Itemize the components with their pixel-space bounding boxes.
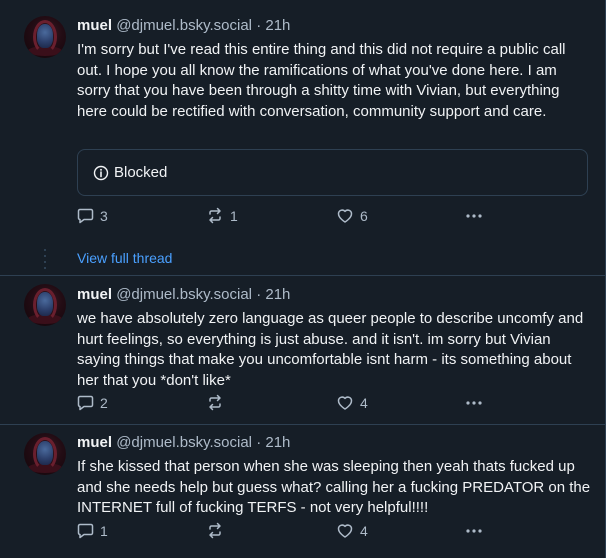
reply-button[interactable]: 1 bbox=[77, 522, 108, 539]
post-2[interactable]: muel @djmuel.bsky.social · 21h we have a… bbox=[0, 276, 605, 424]
repost-button[interactable] bbox=[206, 394, 230, 411]
view-full-thread-link[interactable]: View full thread bbox=[77, 250, 172, 266]
meta-separator: · bbox=[256, 286, 262, 303]
repost-arrows-icon bbox=[209, 394, 221, 411]
meta-separator: · bbox=[256, 434, 262, 451]
post-time[interactable]: 21h bbox=[265, 286, 290, 303]
post-text: we have absolutely zero language as quee… bbox=[77, 310, 584, 389]
more-options-button[interactable] bbox=[465, 207, 483, 224]
ellipsis-icon bbox=[466, 214, 482, 218]
repost-arrows-icon bbox=[209, 207, 221, 224]
reply-button[interactable]: 2 bbox=[77, 394, 108, 411]
heart-icon bbox=[337, 524, 353, 538]
like-count: 4 bbox=[360, 522, 368, 539]
post-header: muel @djmuel.bsky.social · 21h bbox=[77, 286, 290, 303]
post-3[interactable]: muel @djmuel.bsky.social · 21h If she ki… bbox=[0, 425, 605, 558]
ellipsis-icon bbox=[466, 529, 482, 533]
speech-bubble-icon bbox=[77, 395, 94, 411]
post-actions: 3 1 6 bbox=[77, 207, 497, 227]
post-actions: 1 4 bbox=[77, 522, 497, 542]
reply-count: 1 bbox=[100, 522, 108, 539]
author-name[interactable]: muel bbox=[77, 434, 112, 451]
reply-button[interactable]: 3 bbox=[77, 207, 108, 224]
author-handle[interactable]: @djmuel.bsky.social bbox=[116, 17, 252, 34]
speech-bubble-icon bbox=[77, 208, 94, 224]
post-actions: 2 4 bbox=[77, 394, 497, 414]
post-header: muel @djmuel.bsky.social · 21h bbox=[77, 17, 290, 34]
author-name[interactable]: muel bbox=[77, 286, 112, 303]
repost-button[interactable]: 1 bbox=[206, 207, 238, 224]
like-button[interactable]: 6 bbox=[336, 207, 368, 224]
ellipsis-icon bbox=[466, 401, 482, 405]
avatar[interactable] bbox=[24, 433, 66, 475]
post-text: If she kissed that person when she was s… bbox=[77, 458, 591, 516]
post-1[interactable]: muel @djmuel.bsky.social · 21h I'm sorry… bbox=[0, 0, 605, 237]
heart-icon bbox=[337, 396, 353, 410]
avatar[interactable] bbox=[24, 16, 66, 58]
reply-count: 3 bbox=[100, 207, 108, 224]
like-button[interactable]: 4 bbox=[336, 522, 368, 539]
post-header: muel @djmuel.bsky.social · 21h bbox=[77, 434, 290, 451]
info-circle-icon bbox=[93, 165, 109, 181]
post-text: I'm sorry but I've read this entire thin… bbox=[77, 41, 566, 120]
post-time[interactable]: 21h bbox=[265, 17, 290, 34]
like-count: 4 bbox=[360, 394, 368, 411]
repost-arrows-icon bbox=[209, 522, 221, 539]
author-name[interactable]: muel bbox=[77, 17, 112, 34]
reply-count: 2 bbox=[100, 394, 108, 411]
author-handle[interactable]: @djmuel.bsky.social bbox=[116, 286, 252, 303]
speech-bubble-icon bbox=[77, 523, 94, 539]
embed-label: Blocked bbox=[114, 164, 168, 181]
more-options-button[interactable] bbox=[465, 394, 483, 411]
like-count: 6 bbox=[360, 207, 368, 224]
more-options-button[interactable] bbox=[465, 522, 483, 539]
avatar[interactable] bbox=[24, 284, 66, 326]
heart-icon bbox=[337, 209, 353, 223]
like-button[interactable]: 4 bbox=[336, 394, 368, 411]
author-handle[interactable]: @djmuel.bsky.social bbox=[116, 434, 252, 451]
repost-count: 1 bbox=[230, 207, 238, 224]
blocked-embed: Blocked bbox=[77, 149, 588, 196]
post-time[interactable]: 21h bbox=[265, 434, 290, 451]
repost-button[interactable] bbox=[206, 522, 230, 539]
meta-separator: · bbox=[256, 17, 262, 34]
